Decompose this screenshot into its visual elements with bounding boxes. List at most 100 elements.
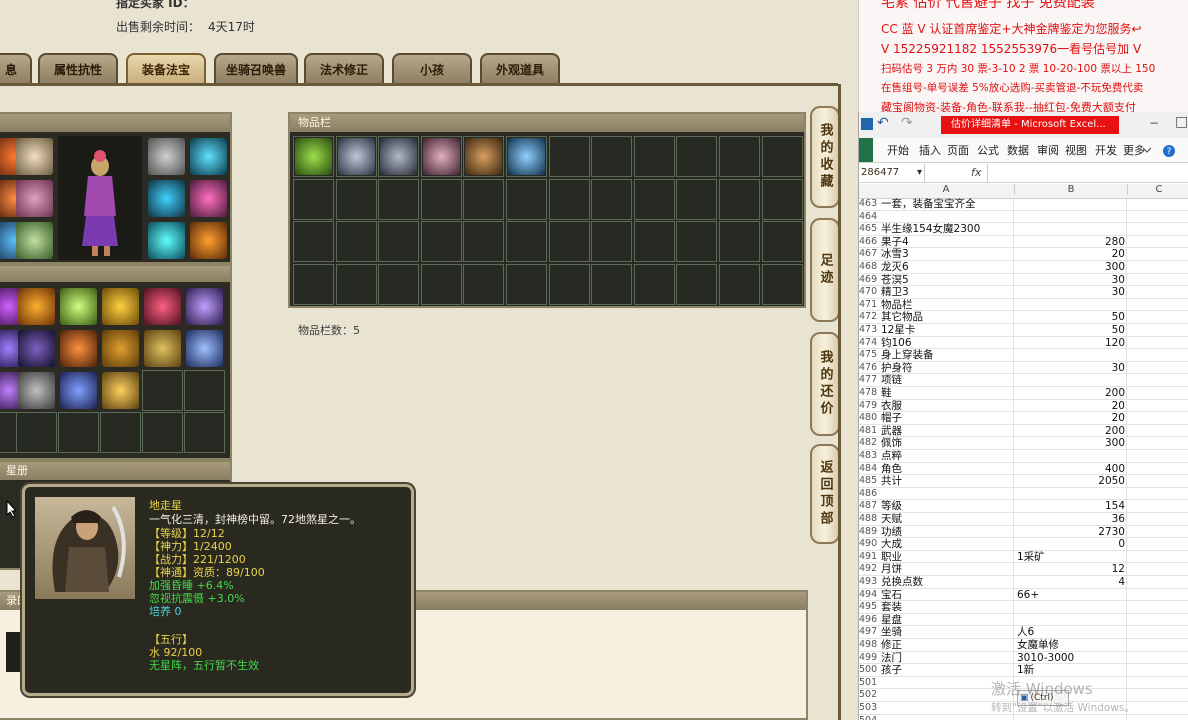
row-number[interactable]: 483	[859, 450, 877, 463]
empty-slot[interactable]	[184, 370, 225, 411]
treasure-icon[interactable]	[60, 288, 97, 325]
cell-a[interactable]: 武器	[881, 425, 902, 438]
cell-b[interactable]: 280	[1105, 236, 1125, 249]
fx-icon[interactable]: fx	[971, 166, 981, 179]
redo-icon[interactable]: ↷	[901, 115, 913, 131]
cell-a[interactable]: 角色	[881, 463, 902, 476]
equip-slot-icon[interactable]	[190, 138, 227, 175]
cell-a[interactable]: 衣服	[881, 400, 902, 413]
cell-a[interactable]: 等级	[881, 500, 902, 513]
empty-slot[interactable]	[591, 221, 633, 263]
row-number[interactable]: 472	[859, 311, 877, 324]
inventory-item-slot[interactable]	[378, 136, 420, 177]
cell-b[interactable]: 2730	[1098, 526, 1125, 539]
row-number[interactable]: 475	[859, 349, 877, 362]
treasure-icon[interactable]	[60, 372, 97, 409]
row-number[interactable]: 503	[859, 702, 877, 715]
empty-slot[interactable]	[548, 136, 590, 177]
equip-slot-icon[interactable]	[16, 180, 53, 217]
row-number[interactable]: 474	[859, 337, 877, 350]
row-number[interactable]: 484	[859, 463, 877, 476]
footprint-button[interactable]: 足迹	[810, 218, 840, 322]
cell-a[interactable]: 物品栏	[881, 299, 913, 312]
empty-slot[interactable]	[16, 412, 57, 453]
tab-mounts[interactable]: 坐骑召唤兽	[214, 53, 298, 83]
cell-a[interactable]: 龙灭6	[881, 261, 909, 274]
cell-a[interactable]: 坐骑	[881, 626, 902, 639]
cell-a[interactable]: 兑换点数	[881, 576, 923, 589]
treasure-icon[interactable]	[60, 330, 97, 367]
row-number[interactable]: 490	[859, 538, 877, 551]
cell-b[interactable]: 200	[1105, 425, 1125, 438]
ribbon-tab[interactable]: 审阅	[1037, 142, 1059, 158]
empty-slot[interactable]	[506, 221, 547, 263]
empty-slot[interactable]	[676, 178, 718, 220]
tab-appearance[interactable]: 外观道具	[480, 53, 560, 83]
row-number[interactable]: 470	[859, 286, 877, 299]
cell-a[interactable]: 果子4	[881, 236, 909, 249]
cell-b[interactable]: 2050	[1098, 475, 1125, 488]
row-number[interactable]: 489	[859, 526, 877, 539]
row-number[interactable]: 496	[859, 614, 877, 627]
undo-icon[interactable]: ↶	[877, 115, 889, 131]
cell-a[interactable]: 套装	[881, 601, 902, 614]
cell-a[interactable]: 共计	[881, 475, 902, 488]
empty-slot[interactable]	[761, 263, 803, 305]
empty-slot[interactable]	[293, 178, 334, 220]
empty-slot[interactable]	[633, 178, 675, 220]
cell-a[interactable]: 鞋	[881, 387, 892, 400]
ribbon-tab[interactable]: 开始	[887, 142, 909, 158]
cell-a[interactable]: 其它物品	[881, 311, 923, 324]
cell-a[interactable]: 功绩	[881, 526, 902, 539]
cell-b[interactable]: 300	[1105, 261, 1125, 274]
empty-slot[interactable]	[633, 263, 675, 305]
empty-slot[interactable]	[548, 263, 590, 305]
cell-a[interactable]: 12星卡	[881, 324, 915, 337]
tab-child[interactable]: 小孩	[392, 53, 472, 83]
cell-b[interactable]: 20	[1112, 248, 1125, 261]
empty-slot[interactable]	[420, 221, 462, 263]
row-number[interactable]: 498	[859, 639, 877, 652]
tab-spells[interactable]: 法术修正	[304, 53, 384, 83]
row-number[interactable]: 479	[859, 400, 877, 413]
treasure-icon[interactable]	[186, 330, 223, 367]
empty-slot[interactable]	[676, 263, 718, 305]
equip-slot-icon[interactable]	[148, 222, 185, 259]
cell-a[interactable]: 孩子	[881, 664, 902, 677]
cell-a[interactable]: 一套，装备宝宝齐全	[881, 198, 976, 211]
empty-slot[interactable]	[676, 221, 718, 263]
row-number[interactable]: 471	[859, 299, 877, 312]
inventory-item-slot[interactable]	[463, 136, 505, 177]
empty-slot[interactable]	[506, 263, 547, 305]
col-header-b[interactable]: B	[1014, 184, 1127, 195]
cell-a[interactable]: 星盘	[881, 614, 902, 627]
maximize-icon[interactable]: □	[1175, 114, 1188, 130]
cell-a[interactable]: 项链	[881, 374, 902, 387]
empty-slot[interactable]	[142, 370, 183, 411]
inventory-item-slot[interactable]	[506, 136, 547, 177]
empty-slot[interactable]	[548, 178, 590, 220]
row-number[interactable]: 469	[859, 274, 877, 287]
row-number[interactable]: 480	[859, 412, 877, 425]
treasure-icon[interactable]	[144, 330, 181, 367]
row-number[interactable]: 494	[859, 589, 877, 602]
save-icon[interactable]	[861, 118, 873, 130]
empty-slot[interactable]	[142, 412, 183, 453]
empty-slot[interactable]	[184, 412, 225, 453]
empty-slot[interactable]	[719, 136, 760, 177]
minimize-icon[interactable]: −	[1149, 116, 1159, 130]
empty-slot[interactable]	[335, 178, 377, 220]
row-number[interactable]: 477	[859, 374, 877, 387]
row-number[interactable]: 500	[859, 664, 877, 677]
inventory-item-slot[interactable]	[420, 136, 462, 177]
cell-b[interactable]: 4	[1118, 576, 1125, 589]
cell-b[interactable]: 20	[1112, 412, 1125, 425]
row-number[interactable]: 487	[859, 500, 877, 513]
cell-b[interactable]: 66+	[1017, 589, 1039, 602]
cell-a[interactable]: 修正	[881, 639, 902, 652]
empty-slot[interactable]	[591, 136, 633, 177]
ribbon-tab[interactable]: 视图	[1065, 142, 1087, 158]
empty-slot[interactable]	[719, 221, 760, 263]
row-number[interactable]: 502	[859, 689, 877, 702]
treasure-icon[interactable]	[18, 288, 55, 325]
